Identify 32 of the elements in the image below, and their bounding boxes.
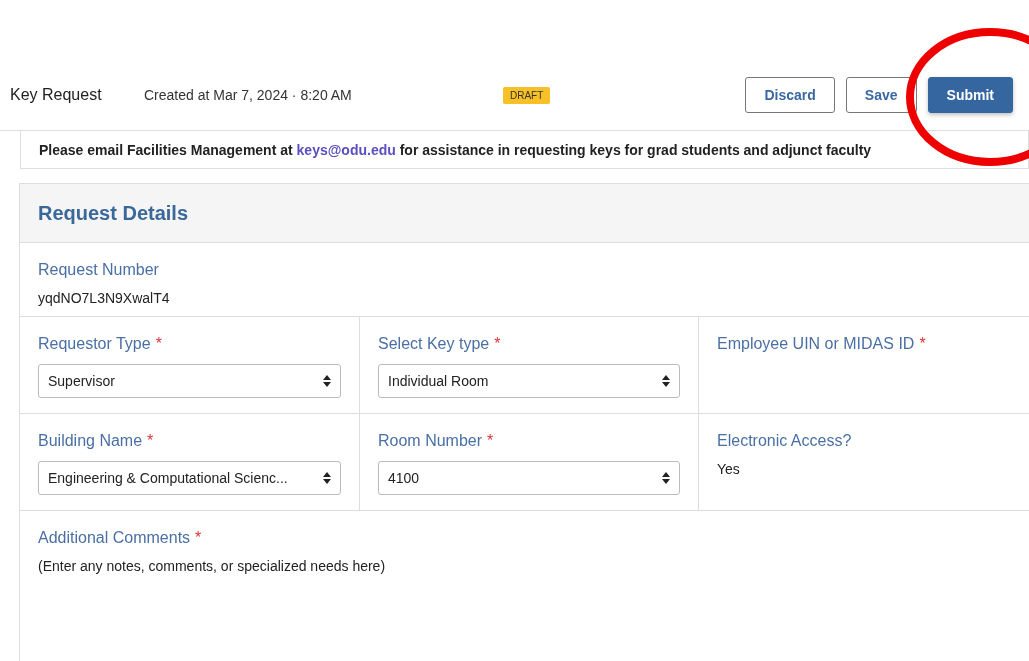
- field-label: Employee UIN or MIDAS ID: [717, 335, 915, 353]
- dropdown-icon: [323, 472, 331, 484]
- select-field[interactable]: 4100: [378, 461, 680, 495]
- select-field[interactable]: Individual Room: [378, 364, 680, 398]
- required-mark: *: [155, 335, 162, 353]
- field-label: Electronic Access?: [717, 432, 852, 450]
- required-mark: *: [487, 432, 494, 450]
- dropdown-icon: [662, 375, 670, 387]
- page-title: Key Request: [10, 86, 103, 104]
- submit-button[interactable]: Submit: [927, 77, 1013, 113]
- dropdown-icon: [323, 375, 331, 387]
- action-button[interactable]: Discard: [745, 77, 835, 113]
- dropdown-icon: [662, 472, 670, 484]
- field-value: yqdNO7L3N9XwalT4: [38, 290, 171, 306]
- field-label: Requestor Type: [38, 335, 151, 353]
- field-label: Room Number: [378, 432, 483, 450]
- field-value: Yes: [717, 461, 741, 477]
- required-mark: *: [494, 335, 501, 353]
- field-label: Building Name: [38, 432, 143, 450]
- select-field[interactable]: Engineering & Computational Scienc...: [38, 461, 341, 495]
- select-field[interactable]: Supervisor: [38, 364, 341, 398]
- required-mark: *: [919, 335, 926, 353]
- field-label: Additional Comments: [38, 529, 191, 547]
- email-link[interactable]: keys@odu.edu: [296, 141, 396, 158]
- field-label: Select Key type: [378, 335, 490, 353]
- created-date: Created at Mar 7, 2024 · 8:20 AM: [144, 87, 353, 103]
- required-mark: *: [195, 529, 202, 547]
- status-badge: DRAFT: [503, 86, 551, 104]
- field-label: Request Number: [38, 261, 160, 279]
- required-mark: *: [147, 432, 154, 450]
- notice-text: Please email Facilities Management at keys@odu.edu for assistance in requesting keys for grad students and adjunct faculty: [39, 141, 872, 158]
- section-title: Request Details: [38, 201, 189, 225]
